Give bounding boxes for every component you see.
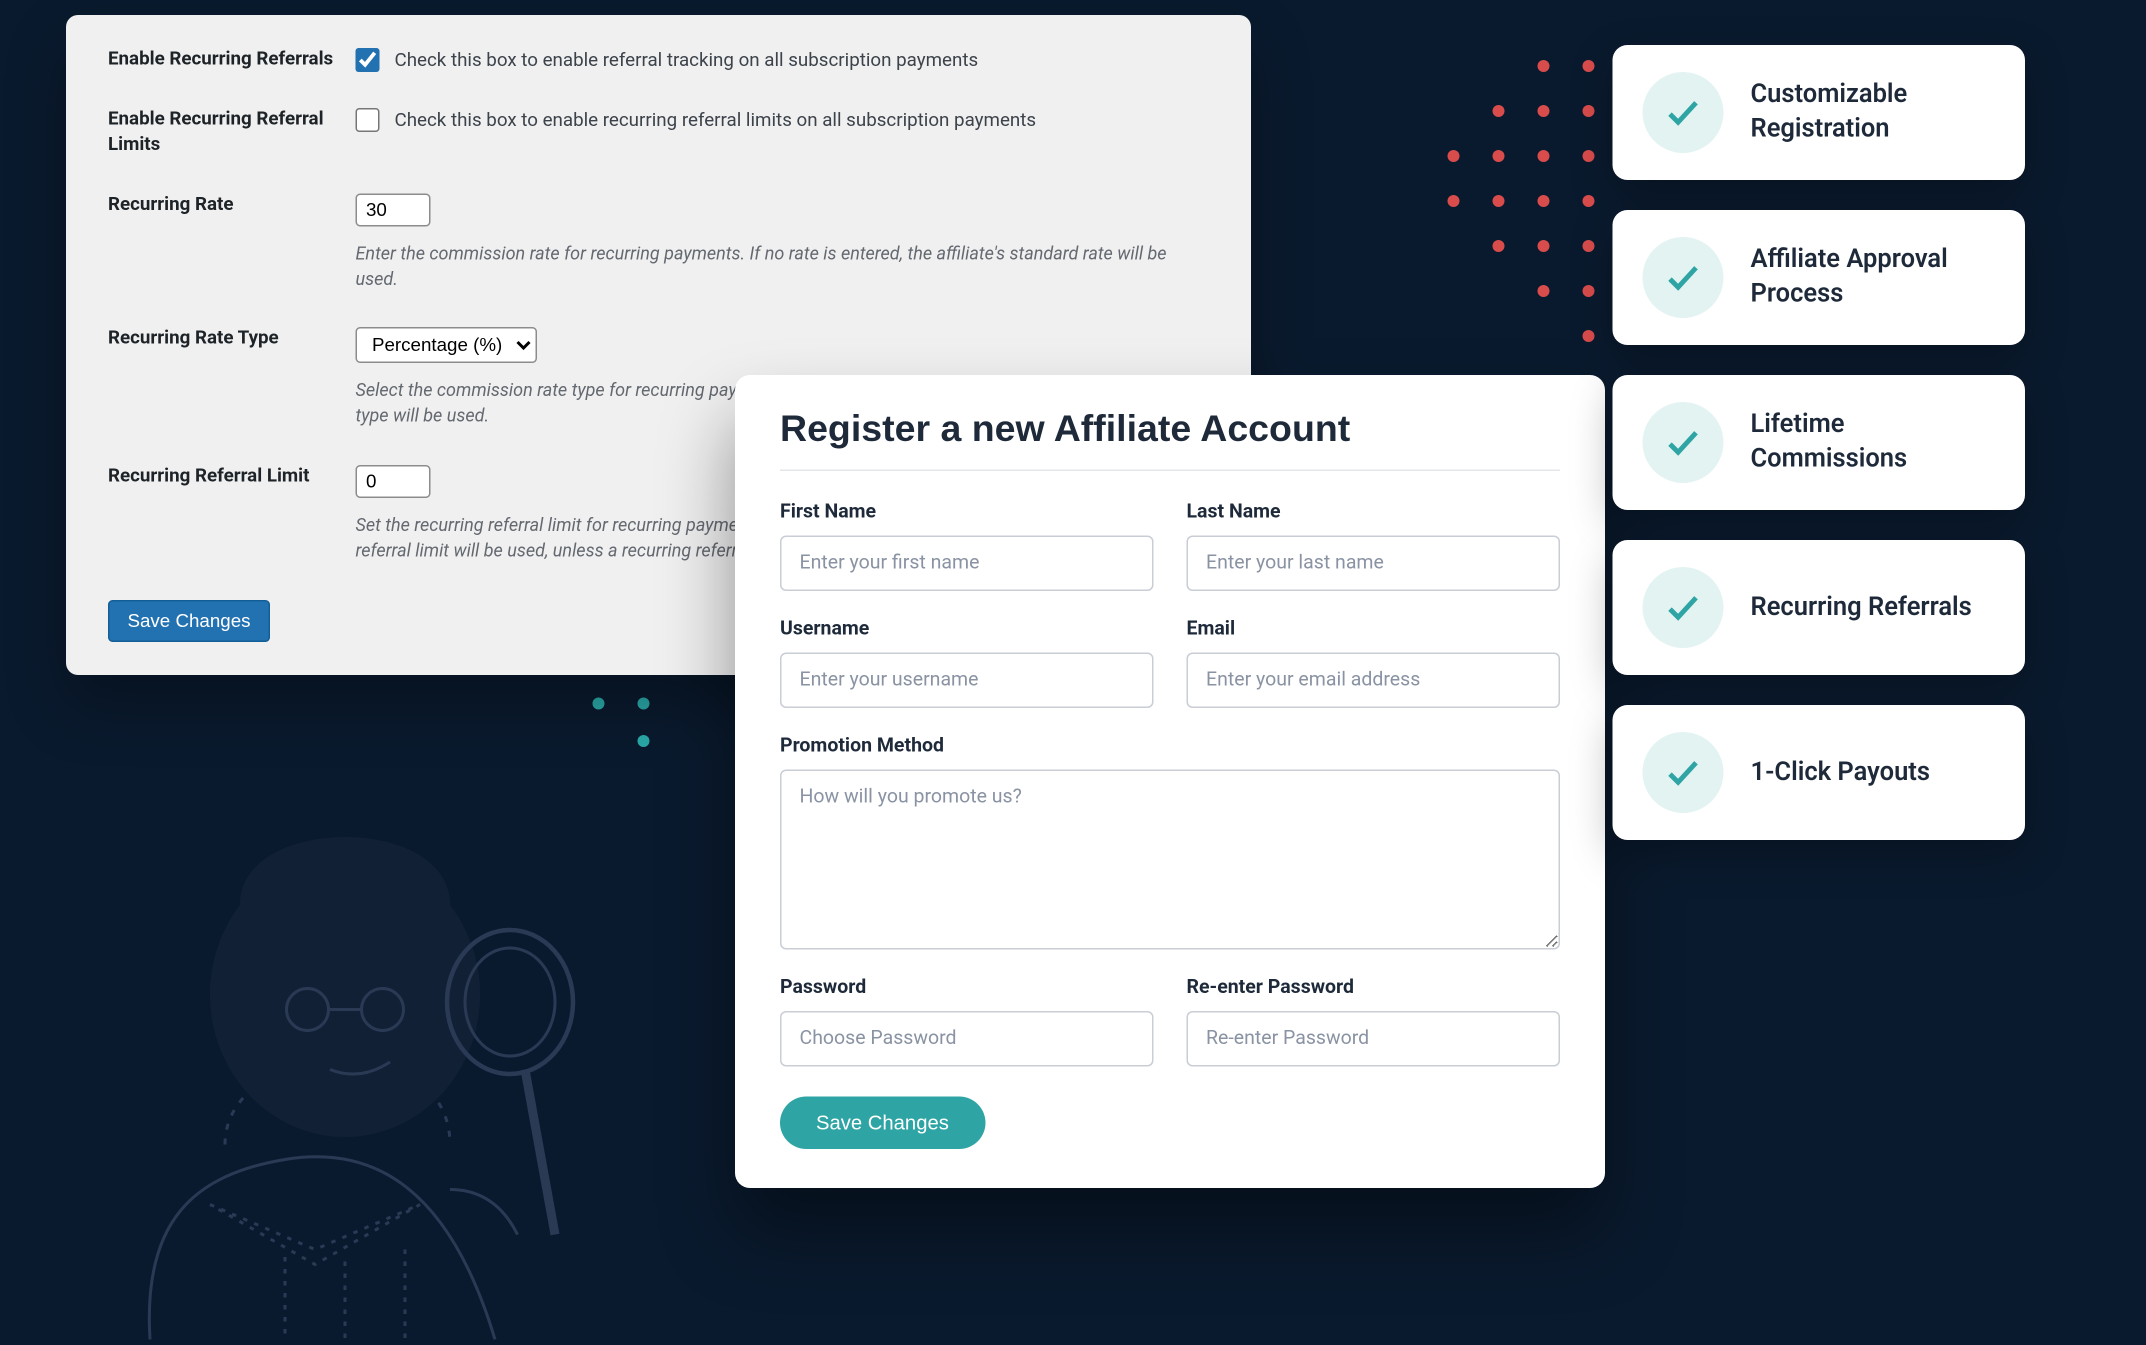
recurring-rate-help: Enter the commission rate for recurring … xyxy=(356,241,1210,291)
password-input[interactable] xyxy=(780,1011,1154,1067)
save-settings-button[interactable]: Save Changes xyxy=(108,599,270,641)
enable-recurring-label: Enable Recurring Referrals xyxy=(108,48,356,72)
enable-limits-label: Enable Recurring Referral Limits xyxy=(108,108,356,157)
check-icon xyxy=(1643,237,1724,318)
enable-limits-checkbox[interactable] xyxy=(356,108,380,132)
register-affiliate-panel: Register a new Affiliate Account First N… xyxy=(735,375,1605,1188)
feature-label: Recurring Referrals xyxy=(1751,590,1972,624)
register-title: Register a new Affiliate Account xyxy=(780,408,1560,452)
magnifier-person-illustration xyxy=(60,754,690,1339)
email-input[interactable] xyxy=(1187,653,1561,709)
feature-item: 1-Click Payouts xyxy=(1613,705,2026,840)
feature-item: Recurring Referrals xyxy=(1613,540,2026,675)
recurring-rate-label: Recurring Rate xyxy=(108,193,356,291)
password-label: Password xyxy=(780,977,1154,1000)
email-label: Email xyxy=(1187,618,1561,641)
feature-label: Lifetime Commissions xyxy=(1751,408,1996,477)
username-label: Username xyxy=(780,618,1154,641)
first-name-label: First Name xyxy=(780,501,1154,524)
check-icon xyxy=(1643,732,1724,813)
feature-item: Customizable Registration xyxy=(1613,45,2026,180)
last-name-input[interactable] xyxy=(1187,536,1561,592)
feature-label: Affiliate Approval Process xyxy=(1751,243,1996,312)
save-register-button[interactable]: Save Changes xyxy=(780,1097,985,1150)
referral-limit-label: Recurring Referral Limit xyxy=(108,465,356,563)
promotion-label: Promotion Method xyxy=(780,735,1560,758)
enable-recurring-text: Check this box to enable referral tracki… xyxy=(395,49,979,72)
check-icon xyxy=(1643,72,1724,153)
check-icon xyxy=(1643,402,1724,483)
feature-item: Affiliate Approval Process xyxy=(1613,210,2026,345)
username-input[interactable] xyxy=(780,653,1154,709)
enable-limits-text: Check this box to enable recurring refer… xyxy=(395,109,1037,132)
rate-type-label: Recurring Rate Type xyxy=(108,328,356,429)
feature-label: 1-Click Payouts xyxy=(1751,755,1930,789)
password2-input[interactable] xyxy=(1187,1011,1561,1067)
recurring-rate-input[interactable] xyxy=(356,193,431,226)
check-icon xyxy=(1643,567,1724,648)
promotion-textarea[interactable] xyxy=(780,770,1560,950)
feature-label: Customizable Registration xyxy=(1751,78,1996,147)
feature-item: Lifetime Commissions xyxy=(1613,375,2026,510)
referral-limit-input[interactable] xyxy=(356,465,431,498)
divider xyxy=(780,470,1560,472)
rate-type-select[interactable]: Percentage (%) xyxy=(356,328,538,364)
first-name-input[interactable] xyxy=(780,536,1154,592)
enable-recurring-checkbox[interactable] xyxy=(356,48,380,72)
password2-label: Re-enter Password xyxy=(1187,977,1561,1000)
features-list: Customizable Registration Affiliate Appr… xyxy=(1613,45,2026,870)
last-name-label: Last Name xyxy=(1187,501,1561,524)
